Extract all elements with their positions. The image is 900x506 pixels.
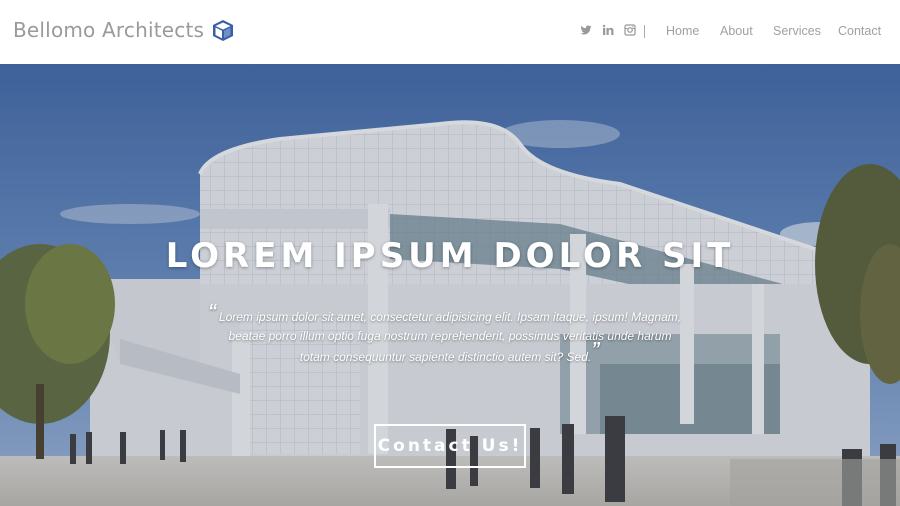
hero-title: LOREM IPSUM DOLOR SIT <box>165 236 735 276</box>
nav-home[interactable]: Home <box>666 24 699 38</box>
quote-close-icon: ” <box>591 339 601 359</box>
quote-open-icon: “ <box>208 301 217 321</box>
brand-name[interactable]: Bellomo Architects <box>13 18 204 42</box>
hero-quote-text: Lorem ipsum dolor sit amet, consectetur … <box>218 310 682 364</box>
social-links <box>580 24 636 36</box>
site-header: Bellomo Architects Home About Services C… <box>0 0 900 64</box>
twitter-icon[interactable] <box>580 24 592 36</box>
nav-services[interactable]: Services <box>773 24 821 38</box>
instagram-icon[interactable] <box>624 24 636 36</box>
nav-contact[interactable]: Contact <box>838 24 881 38</box>
contact-us-button[interactable]: Contact Us! <box>374 424 526 468</box>
cube-icon <box>213 20 234 41</box>
nav-divider <box>644 25 645 38</box>
nav-about[interactable]: About <box>720 24 753 38</box>
brand[interactable]: Bellomo Architects <box>13 18 235 42</box>
hero-section: LOREM IPSUM DOLOR SIT “ Lorem ipsum dolo… <box>0 64 900 506</box>
hero-quote: “ Lorem ipsum dolor sit amet, consectetu… <box>208 302 688 367</box>
linkedin-icon[interactable] <box>602 24 614 36</box>
